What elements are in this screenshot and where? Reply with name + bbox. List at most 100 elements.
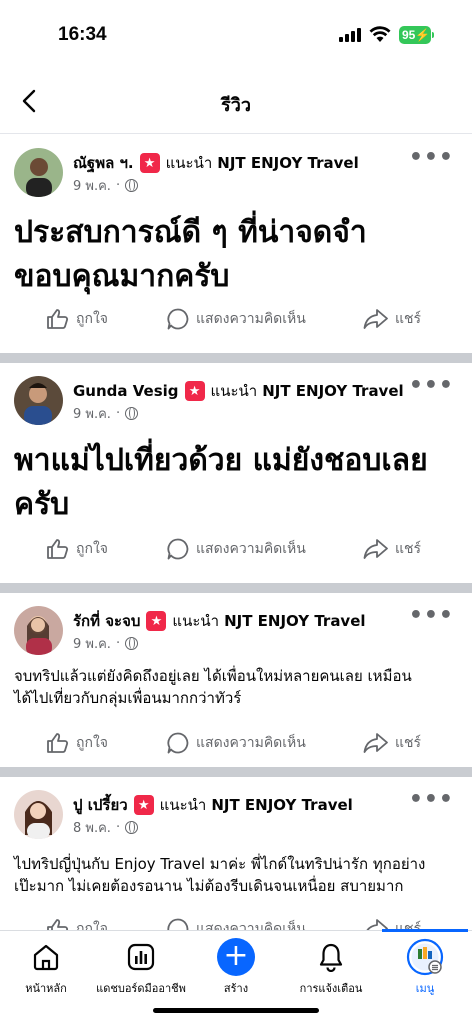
more-options-button[interactable]: ••• — [409, 789, 454, 811]
review-text-line: ประสบการณ์ดี ๆ ที่น่าจดจำ — [14, 215, 367, 250]
page-header: รีวิว — [0, 70, 472, 134]
review-text-line: เป๊ะมาก ไม่เคยต้องรอนาน ไม่ต้องรีบเดินจน… — [14, 877, 404, 895]
active-tab-indicator — [382, 929, 468, 932]
like-button[interactable]: ถูกใจ — [46, 537, 108, 561]
comment-label: แสดงความคิดเห็น — [196, 311, 306, 327]
author-name[interactable]: Gunda Vesig — [73, 382, 179, 400]
share-button[interactable]: แชร์ — [363, 731, 421, 755]
post-actions: ถูกใจ แสดงความคิดเห็น แชร์ — [0, 525, 472, 575]
recommend-star-icon: ★ — [146, 611, 167, 631]
like-button[interactable]: ถูกใจ — [46, 731, 108, 755]
wifi-icon — [369, 26, 391, 42]
more-options-button[interactable]: ••• — [409, 605, 454, 627]
page-name[interactable]: NJT ENJOY Travel — [217, 154, 358, 172]
menu-profile-icon — [406, 938, 444, 976]
globe-icon — [125, 179, 139, 192]
nav-professional-dashboard[interactable]: แดชบอร์ดมืออาชีพ — [96, 937, 186, 997]
globe-icon — [125, 637, 139, 650]
recommend-star-icon: ★ — [139, 153, 160, 173]
share-button[interactable]: แชร์ — [363, 537, 421, 561]
comment-button[interactable]: แสดงความคิดเห็น — [166, 537, 306, 561]
bell-icon — [319, 943, 343, 972]
nav-menu[interactable]: เมนู — [380, 937, 470, 997]
nav-notifications[interactable]: การแจ้งเตือน — [286, 937, 376, 997]
post-divider — [0, 353, 472, 363]
more-options-button[interactable]: ••• — [409, 375, 454, 397]
review-text-line: จบทริปแล้วแต่ยังคิดถึงอยู่เลย ได้เพื่อนใ… — [14, 667, 412, 685]
battery-level: 95 — [402, 28, 416, 42]
post-date[interactable]: 9 พ.ค. — [73, 175, 111, 196]
avatar[interactable] — [14, 606, 63, 655]
signal-icon — [339, 28, 361, 42]
share-icon — [363, 733, 388, 753]
avatar[interactable] — [14, 376, 63, 425]
dashboard-icon — [127, 943, 155, 971]
nav-home[interactable]: หน้าหลัก — [1, 937, 91, 997]
recommend-star-icon: ★ — [133, 795, 154, 815]
avatar[interactable] — [14, 790, 63, 839]
share-icon — [363, 309, 388, 329]
review-post: Gunda Vesig ★ แนะนำ NJT ENJOY Travel 9 พ… — [0, 363, 472, 583]
review-post: ณัฐพล ฯ. ★ แนะนำ NJT ENJOY Travel 9 พ.ค.… — [0, 135, 472, 353]
share-button[interactable]: แชร์ — [363, 307, 421, 331]
page-title: รีวิว — [221, 95, 251, 116]
author-name[interactable]: ปู เปรี้ยว — [73, 793, 128, 817]
comment-button[interactable]: แสดงความคิดเห็น — [166, 731, 306, 755]
thumbs-up-icon — [47, 309, 69, 329]
comment-button[interactable]: แสดงความคิดเห็น — [166, 307, 306, 331]
comment-icon — [167, 732, 189, 754]
share-label: แชร์ — [395, 311, 422, 327]
home-indicator[interactable] — [153, 1008, 319, 1013]
post-date[interactable]: 8 พ.ค. — [73, 817, 111, 838]
post-divider — [0, 583, 472, 593]
review-text-line: ไปทริปญี่ปุ่นกับ Enjoy Travel มาค่ะ พี่ไ… — [14, 855, 426, 873]
comment-label: แสดงความคิดเห็น — [196, 735, 306, 751]
like-label: ถูกใจ — [76, 541, 108, 557]
home-icon — [33, 944, 59, 971]
nav-create-label: สร้าง — [223, 982, 249, 995]
nav-dashboard-label: แดชบอร์ดมืออาชีพ — [96, 982, 186, 995]
recommend-label: แนะนำ — [165, 154, 213, 172]
like-label: ถูกใจ — [76, 921, 108, 930]
post-actions: ถูกใจ แสดงความคิดเห็น แชร์ — [0, 295, 472, 345]
share-icon — [363, 539, 388, 559]
status-bar: 16:34 95⚡ — [0, 0, 472, 70]
comment-button[interactable]: แสดงความคิดเห็น — [166, 917, 306, 930]
author-name[interactable]: ณัฐพล ฯ. — [73, 151, 134, 175]
avatar[interactable] — [14, 148, 63, 197]
like-button[interactable]: ถูกใจ — [46, 307, 108, 331]
thumbs-up-icon — [47, 539, 69, 559]
nav-menu-label: เมนู — [415, 982, 435, 995]
post-date[interactable]: 9 พ.ค. — [73, 633, 111, 654]
status-time: 16:34 — [58, 24, 107, 45]
thumbs-up-icon — [47, 733, 69, 753]
review-text: จบทริปแล้วแต่ยังคิดถึงอยู่เลย ได้เพื่อนใ… — [0, 663, 472, 719]
review-text-line: ขอบคุณมากครับ — [14, 259, 230, 294]
recommend-label: แนะนำ — [210, 382, 258, 400]
share-label: แชร์ — [395, 541, 422, 557]
comment-label: แสดงความคิดเห็น — [196, 921, 306, 930]
comment-icon — [167, 538, 189, 560]
reviews-feed[interactable]: ณัฐพล ฯ. ★ แนะนำ NJT ENJOY Travel 9 พ.ค.… — [0, 135, 472, 930]
comment-icon — [167, 308, 189, 330]
more-options-button[interactable]: ••• — [409, 147, 454, 169]
globe-icon — [125, 821, 139, 834]
recommend-label: แนะนำ — [172, 612, 220, 630]
share-label: แชร์ — [395, 735, 422, 751]
review-text: ไปทริปญี่ปุ่นกับ Enjoy Travel มาค่ะ พี่ไ… — [0, 847, 472, 905]
page-name[interactable]: NJT ENJOY Travel — [224, 612, 365, 630]
review-post: รักที่ จะจบ ★ แนะนำ NJT ENJOY Travel 9 พ… — [0, 593, 472, 767]
review-text: ประสบการณ์ดี ๆ ที่น่าจดจำ ขอบคุณมากครับ — [0, 205, 472, 301]
recommend-label: แนะนำ — [159, 796, 207, 814]
review-post: ปู เปรี้ยว ★ แนะนำ NJT ENJOY Travel 8 พ.… — [0, 777, 472, 930]
plus-icon: + — [217, 938, 255, 976]
page-name[interactable]: NJT ENJOY Travel — [262, 382, 403, 400]
review-text-line: พาแม่ไปเที่ยวด้วย แม่ยังชอบเลย — [14, 443, 428, 478]
author-name[interactable]: รักที่ จะจบ — [73, 609, 140, 633]
review-text: พาแม่ไปเที่ยวด้วย แม่ยังชอบเลย ครับ — [0, 433, 472, 531]
nav-create[interactable]: + สร้าง — [191, 937, 281, 997]
like-label: ถูกใจ — [76, 311, 108, 327]
like-button[interactable]: ถูกใจ — [46, 917, 108, 930]
page-name[interactable]: NJT ENJOY Travel — [211, 796, 352, 814]
post-date[interactable]: 9 พ.ค. — [73, 403, 111, 424]
